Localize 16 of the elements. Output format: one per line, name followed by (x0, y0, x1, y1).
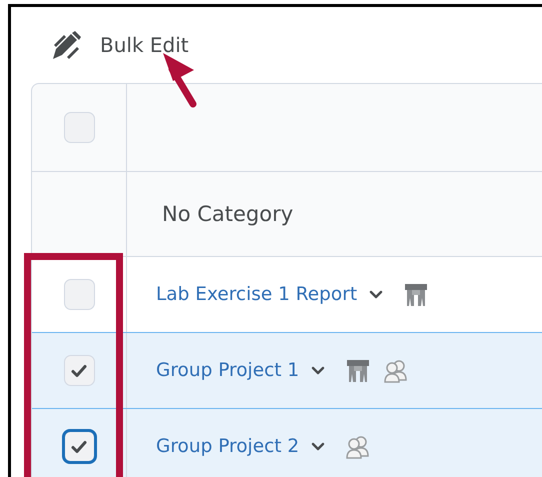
chevron-down-icon[interactable] (311, 366, 326, 375)
item-link[interactable]: Group Project 1 (156, 360, 300, 381)
checkbox[interactable] (64, 355, 94, 386)
rubric-icon (345, 358, 372, 384)
item-link[interactable]: Group Project 2 (156, 436, 300, 457)
item-link[interactable]: Lab Exercise 1 Report (156, 284, 358, 305)
checkbox[interactable] (64, 279, 94, 310)
category-heading: No Category (161, 202, 294, 226)
checkbox[interactable] (64, 112, 94, 143)
bulk-edit-button[interactable]: Bulk Edit (100, 33, 189, 57)
group-icon (383, 358, 410, 382)
chevron-down-icon[interactable] (369, 290, 384, 299)
chevron-down-icon[interactable] (311, 442, 326, 451)
rubric-icon (403, 282, 430, 308)
bulk-edit-icon[interactable] (52, 30, 82, 60)
group-icon (345, 434, 372, 458)
